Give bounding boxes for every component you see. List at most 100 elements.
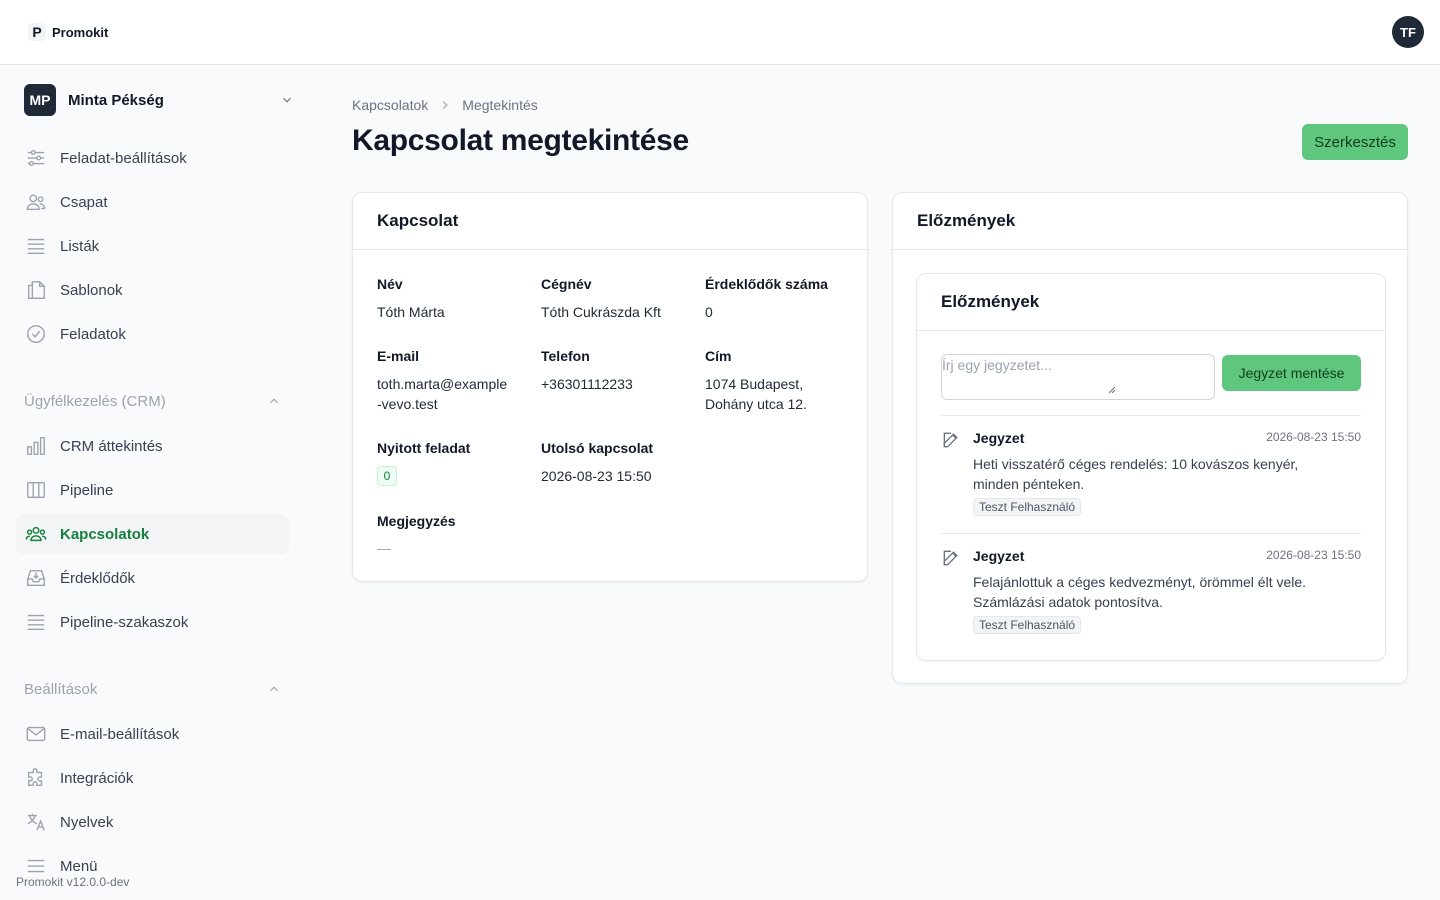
edit-button[interactable]: Szerkesztés [1302, 124, 1408, 160]
address-label: Cím [705, 348, 732, 364]
sliders-icon [24, 146, 48, 170]
sidebar-item-pipeline[interactable]: Pipeline [16, 470, 289, 510]
company-value: Tóth Cukrászda Kft [541, 304, 661, 320]
card-title: Kapcsolat [353, 193, 867, 250]
workspace-switcher[interactable]: MP Minta Pékség [24, 84, 294, 116]
leads-count-value: 0 [705, 304, 713, 320]
inner-card-title: Előzmények [917, 274, 1385, 331]
sidebar: MP Minta Pékség Feladat-beállítások Csap… [0, 65, 305, 900]
brand-name: Promokit [52, 24, 109, 40]
email-value-line1[interactable]: toth.marta@example [377, 374, 507, 394]
note-title: Jegyzet [973, 430, 1025, 446]
note-label: Megjegyzés [377, 513, 456, 529]
address-value-line2: Dohány utca 12. [705, 396, 807, 412]
sidebar-item-pipeline-stages[interactable]: Pipeline-szakaszok [16, 602, 289, 642]
sidebar-item-integrations[interactable]: Integrációk [16, 758, 289, 798]
note-title: Jegyzet [973, 548, 1025, 564]
company-label: Cégnév [541, 276, 592, 292]
inbox-icon [24, 566, 48, 590]
breadcrumb: Kapcsolatok Megtekintés [352, 97, 538, 113]
brand-logo-icon: P [28, 23, 46, 41]
phone-value: +36301112233 [541, 376, 633, 392]
sidebar-item-label: Menü [60, 857, 98, 875]
sidebar-item-email-settings[interactable]: E-mail-beállítások [16, 714, 289, 754]
save-note-button[interactable]: Jegyzet mentése [1222, 355, 1361, 391]
email-label: E-mail [377, 348, 420, 364]
note-body: Heti visszatérő céges rendelés: 10 kovás… [973, 454, 1353, 494]
resize-handle-icon[interactable] [1106, 384, 1116, 394]
breadcrumb-link-contacts[interactable]: Kapcsolatok [352, 97, 428, 113]
note-author-badge: Teszt Felhasználó [973, 498, 1082, 516]
contact-card: Kapcsolat Név Tóth Márta Cégnév Tóth Cuk… [352, 192, 868, 582]
sidebar-item-label: Integrációk [60, 769, 134, 787]
address-value-line1: 1074 Budapest, [705, 376, 804, 392]
note-timestamp: 2026-08-23 15:50 [1266, 430, 1361, 444]
name-value: Tóth Márta [377, 304, 445, 320]
note-body-line: Heti visszatérő céges rendelés: 10 kovás… [973, 456, 1299, 472]
app-version: Promokit v12.0.0-dev [16, 875, 134, 889]
note-body-line: minden pénteken. [973, 476, 1085, 492]
section-settings-header[interactable]: Beállítások [24, 679, 281, 699]
note-author-badge: Teszt Felhasználó [973, 616, 1082, 634]
sidebar-item-label: Nyelvek [60, 813, 114, 831]
section-title: Ügyfélkezelés (CRM) [24, 392, 166, 410]
sidebar-item-label: Pipeline-szakaszok [60, 613, 189, 631]
sidebar-item-label: CRM áttekintés [60, 437, 163, 455]
sidebar-item-leads[interactable]: Érdeklődők [16, 558, 289, 598]
sidebar-item-label: Érdeklődők [60, 569, 136, 587]
leads-count-label: Érdeklődők száma [705, 276, 828, 292]
documents-icon [24, 278, 48, 302]
sidebar-item-contacts[interactable]: Kapcsolatok [16, 514, 289, 554]
sidebar-item-label: Listák [60, 237, 100, 255]
note-body: Felajánlottuk a céges kedvezményt, örömm… [973, 572, 1353, 612]
history-card: Előzmények Előzmények Írj egy jegyzetet.… [892, 192, 1408, 684]
last-contact-label: Utolsó kapcsolat [541, 440, 654, 456]
sidebar-item-label: E-mail-beállítások [60, 725, 180, 743]
columns-icon [24, 478, 48, 502]
contacts-icon [24, 522, 48, 546]
sidebar-item-crm-overview[interactable]: CRM áttekintés [16, 426, 289, 466]
sidebar-item-label: Pipeline [60, 481, 114, 499]
history-note: Jegyzet 2026-08-23 15:50 Felajánlottuk a… [941, 533, 1361, 651]
user-avatar[interactable]: TF [1392, 16, 1424, 48]
puzzle-icon [24, 766, 48, 790]
page-title: Kapcsolat megtekintése [352, 124, 689, 157]
sidebar-item-task-settings[interactable]: Feladat-beállítások [16, 138, 289, 178]
bar-chart-icon [24, 434, 48, 458]
note-body-line: Számlázási adatok pontosítva. [973, 594, 1163, 610]
mail-icon [24, 722, 48, 746]
check-circle-icon [24, 322, 48, 346]
sidebar-item-label: Kapcsolatok [60, 525, 150, 543]
sidebar-item-tasks[interactable]: Feladatok [16, 314, 289, 354]
chevron-right-icon [443, 101, 448, 109]
name-label: Név [377, 276, 403, 292]
section-crm-header[interactable]: Ügyfélkezelés (CRM) [24, 391, 281, 411]
list-icon [24, 234, 48, 258]
edit-note-icon [943, 550, 958, 566]
note-body-line: Felajánlottuk a céges kedvezményt, örömm… [973, 574, 1307, 590]
open-task-badge: 0 [377, 466, 397, 486]
users-icon [24, 190, 48, 214]
brand[interactable]: P Promokit [28, 23, 108, 41]
note-value: — [377, 540, 391, 556]
edit-note-icon [943, 432, 958, 448]
card-title: Előzmények [893, 193, 1407, 250]
sidebar-item-languages[interactable]: Nyelvek [16, 802, 289, 842]
sidebar-item-templates[interactable]: Sablonok [16, 270, 289, 310]
history-note: Jegyzet 2026-08-23 15:50 Heti visszatérő… [941, 415, 1361, 533]
sidebar-item-lists[interactable]: Listák [16, 226, 289, 266]
phone-label: Telefon [541, 348, 590, 364]
translate-icon [24, 810, 48, 834]
chevron-up-icon [270, 686, 278, 692]
sidebar-item-team[interactable]: Csapat [16, 182, 289, 222]
chevron-up-icon [270, 398, 278, 404]
open-task-label: Nyitott feladat [377, 440, 471, 456]
note-placeholder: Írj egy jegyzetet... [942, 357, 1052, 373]
list-icon [24, 610, 48, 634]
sidebar-item-label: Feladat-beállítások [60, 149, 187, 167]
workspace-name: Minta Pékség [68, 91, 164, 109]
email-value-line2[interactable]: -vevo.test [377, 394, 438, 414]
chevron-down-icon [283, 97, 291, 103]
note-textarea[interactable]: Írj egy jegyzetet... [941, 354, 1215, 400]
note-timestamp: 2026-08-23 15:50 [1266, 548, 1361, 562]
